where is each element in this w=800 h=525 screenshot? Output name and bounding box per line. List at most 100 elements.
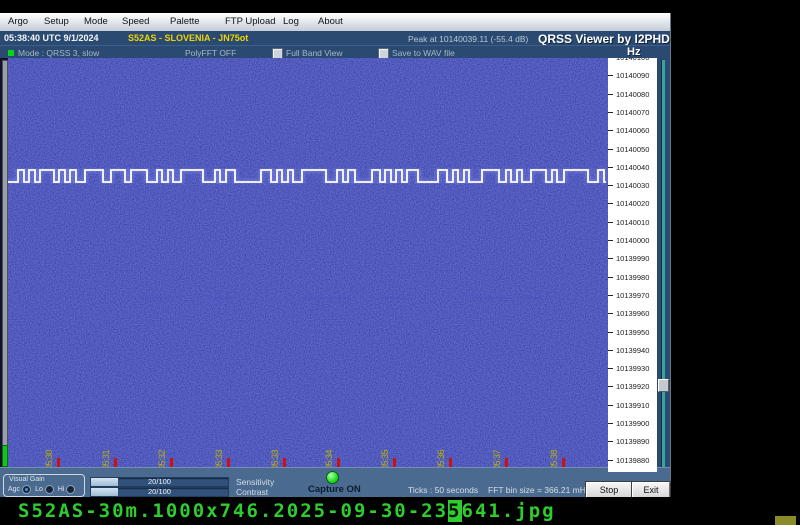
freq-label: 10140020 (616, 199, 649, 208)
faint-signal-dash (140, 297, 170, 299)
menu-item-ftp-upload[interactable]: FTP Upload (225, 16, 276, 27)
frequency-scrollbar[interactable] (657, 58, 669, 472)
frequency-scale: 1014010010140090101400801014007010140060… (608, 58, 657, 472)
menu-item-about[interactable]: About (318, 16, 343, 27)
freq-tick (608, 313, 613, 314)
freq-tick (608, 203, 613, 204)
time-tick-label: 05:35 (380, 438, 393, 467)
station-callsign: S52AS - SLOVENIA - JN75ot (128, 33, 248, 43)
visual-gain-group: Visual Gain Agc Lo Hi (3, 474, 85, 497)
freq-tick (608, 94, 613, 95)
freq-tick (608, 149, 613, 150)
sensitivity-label: Sensitivity (236, 477, 274, 487)
time-tick-label: 05:33 (270, 438, 283, 467)
app-title: QRSS Viewer by I2PHD (538, 32, 670, 46)
time-tick-mark (227, 458, 230, 467)
filename-part2: 641.jpg (462, 500, 556, 522)
time-tick-mark (114, 458, 117, 467)
freq-label: 10139900 (616, 419, 649, 428)
freq-unit-label: Hz (627, 46, 640, 58)
time-tick-mark (449, 458, 452, 467)
freq-tick (608, 130, 613, 131)
time-tick-label: 05:31 (101, 438, 114, 467)
utc-clock: 05:38:40 UTC 9/1/2024 (4, 33, 99, 43)
freq-label: 10140080 (616, 90, 649, 99)
time-tick-mark (283, 458, 286, 467)
time-tick-mark (393, 458, 396, 467)
freq-label: 10140090 (616, 71, 649, 80)
freq-label: 10140070 (616, 108, 649, 117)
hi-radio[interactable] (66, 485, 75, 494)
freq-label: 10140000 (616, 236, 649, 245)
contrast-slider[interactable]: 20/100 (90, 487, 229, 497)
time-tick-label: 05:36 (436, 438, 449, 467)
saved-filename-text: S52AS-30m.1000x746.2025-09-30-235641.jpg (18, 500, 556, 522)
terminal-strip: S52AS-30m.1000x746.2025-09-30-235641.jpg (0, 497, 800, 525)
fft-bin-info: FFT bin size = 366.21 mHz (488, 485, 590, 495)
mode-active-indicator-icon (8, 50, 14, 56)
freq-label: 10140030 (616, 181, 649, 190)
mode-toolbar: Mode : QRSS 3, slow PolyFFT OFF Full Ban… (0, 45, 670, 59)
freq-label: 10139990 (616, 254, 649, 263)
full-band-view-label: Full Band View (286, 48, 343, 58)
contrast-label: Contrast (236, 487, 268, 497)
freq-tick (608, 460, 613, 461)
freq-tick (608, 222, 613, 223)
freq-tick (608, 295, 613, 296)
freq-tick (608, 441, 613, 442)
freq-label: 10139890 (616, 437, 649, 446)
taskbar-fragment (775, 516, 796, 525)
time-tick-label: 05:38 (549, 438, 562, 467)
menu-item-mode[interactable]: Mode (84, 16, 108, 27)
freq-tick (608, 75, 613, 76)
visual-gain-label: Visual Gain (9, 476, 45, 483)
freq-label: 10139930 (616, 364, 649, 373)
waterfall-canvas (8, 58, 608, 467)
hi-radio-label: Hi (58, 486, 65, 493)
freq-tick (608, 386, 613, 387)
main-area: 05:3005:3105:3205:3305:3305:3405:3505:36… (0, 58, 670, 472)
menu-item-setup[interactable]: Setup (44, 16, 69, 27)
faint-signal-dash (470, 297, 512, 299)
status-bar: 05:38:40 UTC 9/1/2024 S52AS - SLOVENIA -… (0, 31, 670, 45)
freq-label: 10140050 (616, 145, 649, 154)
time-tick-label: 05:32 (157, 438, 170, 467)
freq-tick (608, 423, 613, 424)
control-bar: Visual Gain Agc Lo Hi 20/100 20/100 Sens… (0, 467, 670, 498)
freq-tick (608, 350, 613, 351)
time-tick-label: 05:33 (214, 438, 227, 467)
time-tick-mark (505, 458, 508, 467)
peak-readout: Peak at 10140039.11 (-55.4 dB) (408, 34, 528, 44)
freq-label: 10139920 (616, 382, 649, 391)
waterfall-display[interactable]: 05:3005:3105:3205:3305:3305:3405:3505:36… (8, 58, 608, 467)
freq-tick (608, 167, 613, 168)
freq-tick (608, 112, 613, 113)
qrss-viewer-window: Argo Setup Mode Speed Palette FTP Upload Log Ab… (0, 13, 671, 497)
save-wav-label: Save to WAV file (392, 48, 455, 58)
faint-signal-dash (380, 297, 406, 299)
menu-item-log[interactable]: Log (283, 16, 299, 27)
time-tick-mark (562, 458, 565, 467)
frequency-scrollbar-thumb[interactable] (658, 379, 669, 392)
freq-label: 10139980 (616, 273, 649, 282)
freq-label: 10139880 (616, 456, 649, 465)
polyfft-status: PolyFFT OFF (185, 48, 236, 58)
menu-item-palette[interactable]: Palette (170, 16, 200, 27)
lo-radio-label: Lo (35, 486, 43, 493)
menu-item-argo[interactable]: Argo (8, 16, 28, 27)
sensitivity-value: 20/100 (91, 478, 228, 486)
freq-tick (608, 368, 613, 369)
filename-part1: S52AS-30m.1000x746.2025-09-30-23 (18, 500, 448, 522)
mode-readout: Mode : QRSS 3, slow (18, 48, 99, 58)
sensitivity-slider[interactable]: 20/100 (90, 477, 229, 487)
faint-signal-dash (213, 297, 235, 299)
freq-tick (608, 277, 613, 278)
menu-item-speed[interactable]: Speed (122, 16, 149, 27)
agc-radio[interactable] (22, 485, 31, 494)
agc-radio-label: Agc (8, 486, 20, 493)
freq-label: 10139910 (616, 401, 649, 410)
freq-label: 10139950 (616, 328, 649, 337)
faint-signal-dash (523, 297, 543, 299)
freq-tick (608, 405, 613, 406)
lo-radio[interactable] (45, 485, 54, 494)
